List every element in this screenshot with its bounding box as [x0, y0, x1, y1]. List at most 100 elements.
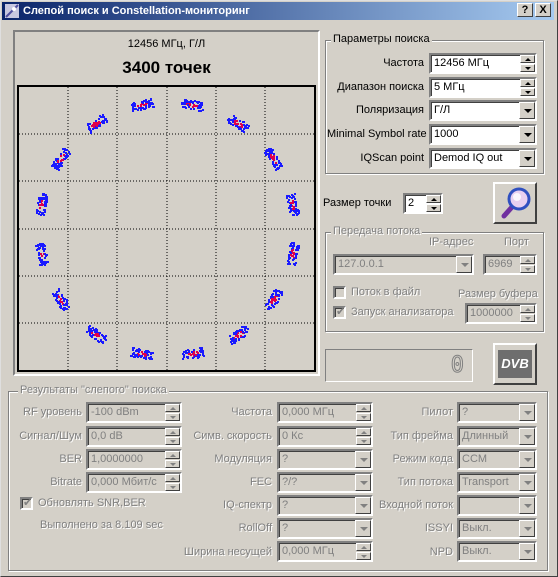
polarization-select[interactable]: Г/Л: [429, 100, 537, 121]
frequency-input[interactable]: 12456 МГц: [429, 53, 537, 74]
spin-up-icon[interactable]: [356, 543, 371, 551]
modulation-select[interactable]: ?: [277, 449, 373, 470]
chevron-down-icon[interactable]: [355, 474, 371, 491]
rf-input[interactable]: -100 dBm: [86, 402, 182, 423]
input-stream-select[interactable]: [457, 495, 537, 516]
frame-type-label: Тип фрейма: [390, 430, 453, 442]
iqscan-select[interactable]: Demod IQ out: [429, 148, 537, 169]
update-snr-checkbox[interactable]: ✔: [20, 497, 33, 510]
spin-down-icon[interactable]: [520, 64, 535, 72]
constellation-cluster: [264, 148, 283, 171]
spin-down-icon[interactable]: [356, 437, 371, 445]
bitrate-spinner[interactable]: [165, 474, 180, 491]
spin-down-icon[interactable]: [165, 413, 180, 421]
bandwidth-spinner[interactable]: [356, 543, 371, 560]
spin-down-icon[interactable]: [520, 265, 535, 273]
code-mode-value: CCM: [462, 453, 488, 465]
chevron-down-icon[interactable]: [519, 474, 535, 491]
chevron-down-icon[interactable]: [519, 428, 535, 445]
symbol-rate-spinner[interactable]: [356, 428, 371, 445]
chevron-down-icon[interactable]: [519, 543, 535, 560]
iq-spectrum-select[interactable]: ?: [277, 495, 373, 516]
pilot-select[interactable]: ?: [457, 402, 537, 423]
spin-down-icon[interactable]: [165, 460, 180, 468]
spin-up-icon[interactable]: [356, 404, 371, 412]
close-button[interactable]: X: [535, 3, 551, 17]
frame-type-select[interactable]: Длинный: [457, 426, 537, 447]
rf-spinner[interactable]: [165, 404, 180, 421]
spin-up-icon[interactable]: [426, 195, 441, 203]
spin-up-icon[interactable]: [520, 256, 535, 264]
title-bar[interactable]: Слепой поиск и Constellation-мониторинг: [2, 2, 554, 20]
min-symbol-rate-value: 1000: [434, 128, 459, 140]
constellation-cluster: [131, 98, 155, 112]
bitrate-value: 0,000 Мбит/с: [91, 476, 157, 488]
range-spinner[interactable]: [520, 79, 535, 96]
stream-type-select[interactable]: Transport: [457, 472, 537, 493]
npd-select[interactable]: Выкл.: [457, 541, 537, 562]
ber-input[interactable]: 1,0000000: [86, 449, 182, 470]
result-freq-spinner[interactable]: [356, 404, 371, 421]
spin-down-icon[interactable]: [520, 314, 535, 322]
dvb-button[interactable]: DVB: [493, 343, 537, 385]
range-input[interactable]: 5 МГц: [429, 77, 537, 98]
chevron-down-icon[interactable]: [355, 451, 371, 468]
constellation-cluster: [35, 243, 49, 266]
fec-select[interactable]: ?/?: [277, 472, 373, 493]
spin-down-icon[interactable]: [356, 413, 371, 421]
pilot-value: ?: [462, 406, 469, 418]
chevron-down-icon[interactable]: [519, 451, 535, 468]
spin-down-icon[interactable]: [356, 552, 371, 560]
chevron-down-icon[interactable]: [519, 102, 535, 119]
spin-up-icon[interactable]: [520, 55, 535, 63]
snr-input[interactable]: 0,0 dB: [86, 426, 182, 447]
chevron-down-icon[interactable]: [519, 404, 535, 421]
code-mode-select[interactable]: CCM: [457, 449, 537, 470]
search-button[interactable]: [493, 182, 537, 224]
spin-up-icon[interactable]: [165, 428, 180, 436]
chevron-down-icon[interactable]: [355, 520, 371, 537]
snr-spinner[interactable]: [165, 428, 180, 445]
ber-value: 1,0000000: [91, 453, 143, 465]
run-analyzer-checkbox[interactable]: ✔: [333, 306, 346, 319]
spin-down-icon[interactable]: [520, 88, 535, 96]
help-button[interactable]: ?: [517, 3, 533, 17]
buffer-input[interactable]: 1000000: [465, 303, 537, 324]
rolloff-select[interactable]: ?: [277, 518, 373, 539]
spin-down-icon[interactable]: [426, 204, 441, 212]
frequency-spinner[interactable]: [520, 55, 535, 72]
ber-spinner[interactable]: [165, 451, 180, 468]
chevron-down-icon[interactable]: [355, 497, 371, 514]
checkmark-icon: ✔: [336, 306, 346, 318]
spin-down-icon[interactable]: [165, 437, 180, 445]
chevron-down-icon[interactable]: [519, 520, 535, 537]
rolloff-label: RollOff: [238, 522, 272, 534]
spin-up-icon[interactable]: [165, 451, 180, 459]
chevron-down-icon[interactable]: [519, 497, 535, 514]
spin-up-icon[interactable]: [520, 79, 535, 87]
chevron-down-icon[interactable]: [519, 126, 535, 143]
spin-up-icon[interactable]: [165, 404, 180, 412]
ip-select[interactable]: 127.0.0.1: [333, 254, 474, 275]
buffer-spinner[interactable]: [520, 305, 535, 322]
chevron-down-icon[interactable]: [456, 256, 472, 273]
spin-up-icon[interactable]: [356, 428, 371, 436]
bandwidth-input[interactable]: 0,000 МГц: [277, 541, 373, 562]
issyi-select[interactable]: Выкл.: [457, 518, 537, 539]
port-input[interactable]: 6969: [483, 254, 537, 275]
bitrate-input[interactable]: 0,000 Мбит/с: [86, 472, 182, 493]
polarization-value: Г/Л: [434, 104, 451, 116]
chevron-down-icon[interactable]: [519, 150, 535, 167]
port-spinner[interactable]: [520, 256, 535, 273]
point-size-spinner[interactable]: [426, 195, 441, 212]
symbol-rate-input[interactable]: 0 Кс: [277, 426, 373, 447]
spin-up-icon[interactable]: [165, 474, 180, 482]
spin-down-icon[interactable]: [165, 483, 180, 491]
to-file-checkbox[interactable]: [333, 286, 346, 299]
min-symbol-rate-select[interactable]: 1000: [429, 124, 537, 145]
constellation-cluster: [229, 326, 249, 345]
snr-label: Сигнал/Шум: [19, 430, 82, 442]
result-freq-input[interactable]: 0,000 МГц: [277, 402, 373, 423]
point-size-input[interactable]: 2: [403, 193, 443, 214]
spin-up-icon[interactable]: [520, 305, 535, 313]
